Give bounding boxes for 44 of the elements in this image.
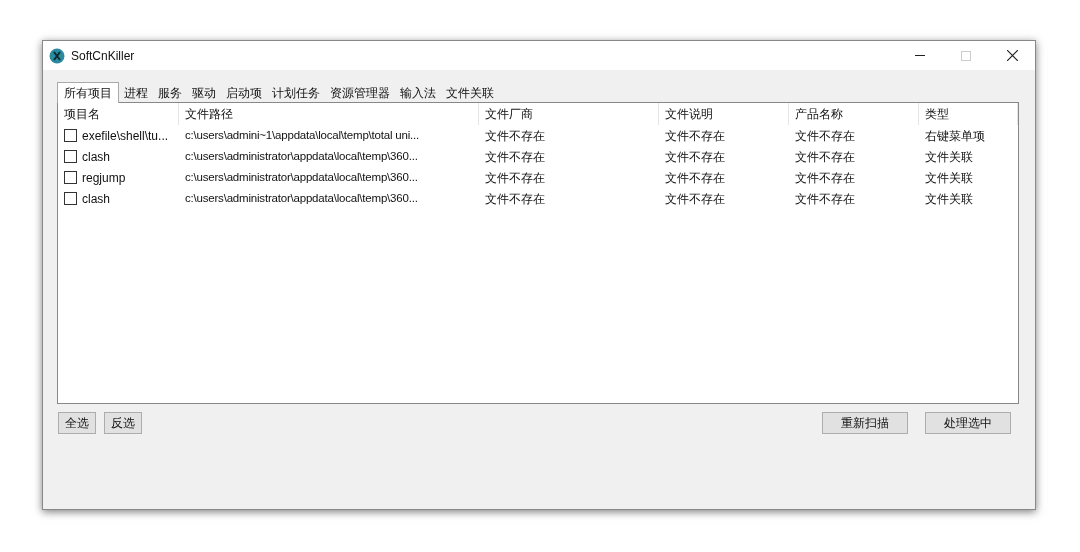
column-header[interactable]: 类型 xyxy=(919,103,1018,125)
table-cell-text: 文件不存在 xyxy=(795,148,855,166)
column-header[interactable]: 产品名称 xyxy=(789,103,919,125)
table-cell-text: 文件关联 xyxy=(925,148,973,166)
table-cell-text: c:\users\admini~1\appdata\local\temp\total uni... xyxy=(185,127,420,143)
table-cell-text: 文件不存在 xyxy=(485,169,545,187)
table-cell-text: 文件不存在 xyxy=(485,148,545,166)
maximize-icon xyxy=(961,50,971,61)
table-cell-text: regjump xyxy=(82,169,126,187)
app-icon xyxy=(49,47,65,64)
window-title: SoftCnKiller xyxy=(71,47,135,65)
tab[interactable]: 所有项目 xyxy=(57,82,119,103)
table-cell-text: 文件不存在 xyxy=(665,127,725,145)
minimize-icon xyxy=(915,55,925,56)
checkbox[interactable] xyxy=(64,129,77,142)
table-cell-text: 文件关联 xyxy=(925,169,973,187)
table-cell-text: c:\users\administrator\appdata\local\temp\360... xyxy=(185,169,418,185)
table-cell-text: clash xyxy=(82,190,110,208)
table-cell-text: 文件关联 xyxy=(925,190,973,208)
table-cell-text: 文件不存在 xyxy=(665,169,725,187)
table-cell-text: 文件不存在 xyxy=(485,127,545,145)
table-cell-text: c:\users\administrator\appdata\local\temp\360... xyxy=(185,190,418,206)
table-cell-text: 文件不存在 xyxy=(795,190,855,208)
column-header[interactable]: 文件路径 xyxy=(179,103,479,125)
close-icon xyxy=(1006,50,1018,61)
table-cell-text: 文件不存在 xyxy=(665,148,725,166)
table-cell-text: 文件不存在 xyxy=(665,190,725,208)
table-cell-text: 文件不存在 xyxy=(795,127,855,145)
table-cell-text: clash xyxy=(82,148,110,166)
action-button[interactable]: 处理选中 xyxy=(925,412,1011,434)
checkbox[interactable] xyxy=(64,150,77,163)
table-cell-text: 文件不存在 xyxy=(795,169,855,187)
select-button[interactable]: 全选 xyxy=(58,412,96,434)
column-header[interactable]: 文件厂商 xyxy=(479,103,659,125)
table-cell-text: 文件不存在 xyxy=(485,190,545,208)
table-cell-text: exefile\shell\tu... xyxy=(82,127,169,145)
column-header[interactable]: 文件说明 xyxy=(659,103,789,125)
table-cell-text: 右键菜单项 xyxy=(925,127,985,145)
select-button[interactable]: 反选 xyxy=(104,412,142,434)
table-cell-text: c:\users\administrator\appdata\local\temp\360... xyxy=(185,148,418,164)
checkbox[interactable] xyxy=(64,192,77,205)
column-header[interactable]: 项目名 xyxy=(58,103,179,125)
checkbox[interactable] xyxy=(64,171,77,184)
action-button[interactable]: 重新扫描 xyxy=(822,412,908,434)
